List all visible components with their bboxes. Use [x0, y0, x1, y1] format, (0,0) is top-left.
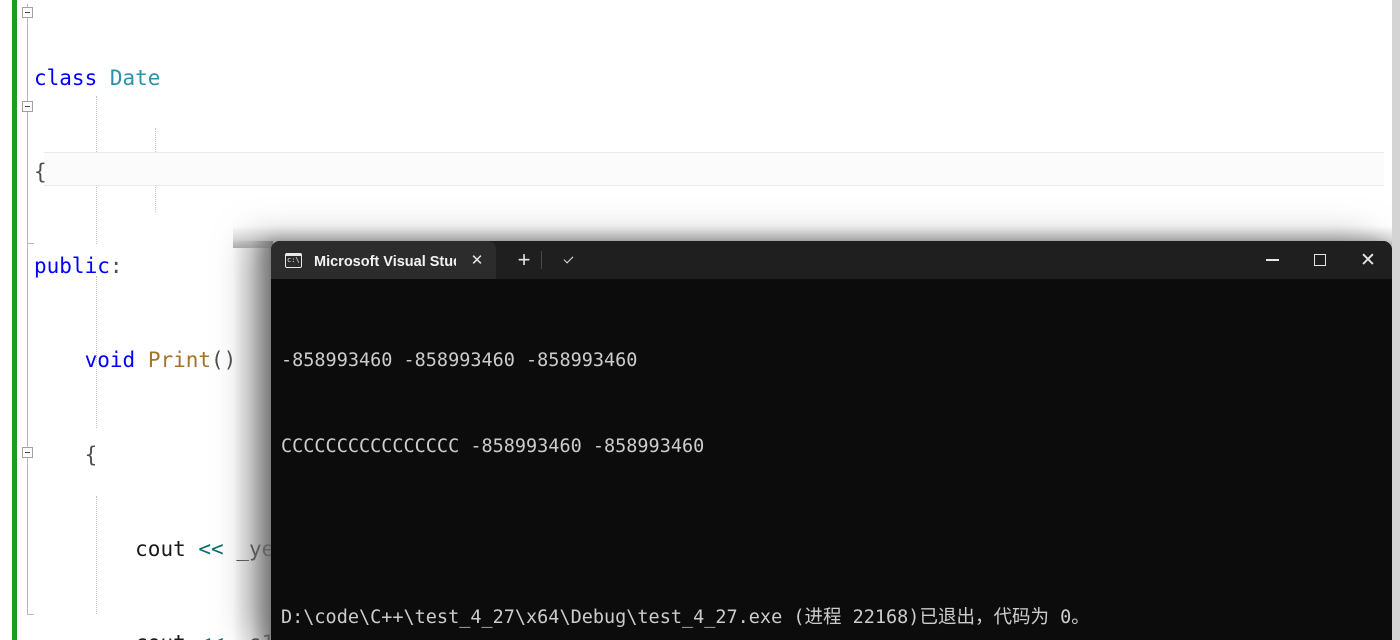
new-tab-dropdown-button[interactable]	[541, 241, 586, 279]
terminal-titlebar[interactable]: Microsoft Visual Studio 调试控 ✕ + ✕	[271, 241, 1392, 279]
terminal-output-line: CCCCCCCCCCCCCCCC -858993460 -858993460	[281, 435, 705, 457]
terminal-output-area[interactable]: -858993460 -858993460 -858993460 CCCCCCC…	[271, 279, 1392, 640]
terminal-tab[interactable]: Microsoft Visual Studio 调试控 ✕	[271, 241, 496, 279]
new-tab-button[interactable]: +	[506, 241, 542, 279]
console-icon	[285, 252, 302, 268]
screen-right-edge	[1392, 0, 1400, 640]
maximize-icon	[1314, 254, 1326, 266]
debug-console-window[interactable]: Microsoft Visual Studio 调试控 ✕ + ✕ -8589	[271, 241, 1392, 640]
titlebar-drag-region[interactable]	[586, 241, 1248, 279]
terminal-tab-actions: +	[496, 241, 586, 279]
close-tab-icon[interactable]: ✕	[462, 245, 492, 275]
screenshot-root: class Date { public: void Print() { cout…	[0, 0, 1400, 640]
close-window-button[interactable]: ✕	[1344, 241, 1392, 279]
minimize-icon	[1265, 259, 1279, 261]
terminal-output-line-blank	[281, 518, 1392, 547]
code-line-1: class Date	[34, 65, 161, 90]
terminal-exit-message: D:\code\C++\test_4_27\x64\Debug\test_4_2…	[281, 606, 1090, 628]
chevron-down-icon	[563, 253, 573, 264]
terminal-tab-title: Microsoft Visual Studio 调试控	[314, 253, 456, 270]
minimize-button[interactable]	[1248, 241, 1296, 279]
maximize-button[interactable]	[1296, 241, 1344, 279]
close-icon: ✕	[1360, 249, 1376, 271]
code-line-2: {	[34, 160, 47, 185]
terminal-output-line: -858993460 -858993460 -858993460	[281, 350, 638, 371]
